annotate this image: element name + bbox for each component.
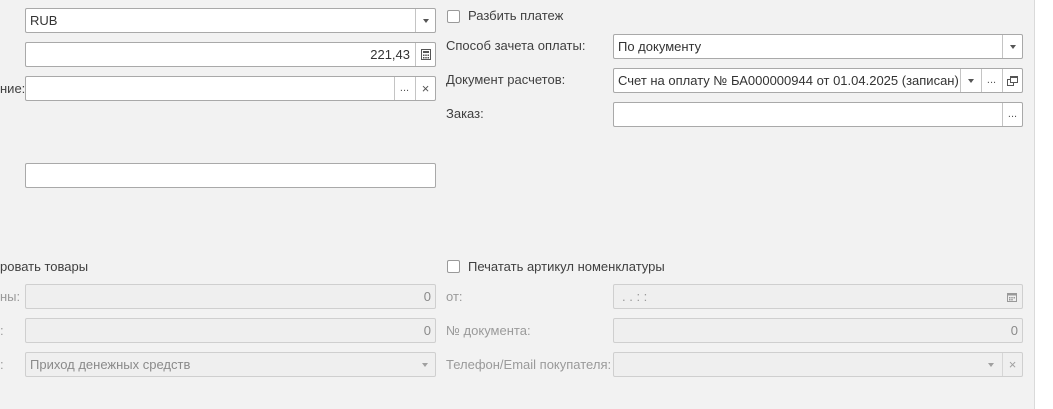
vertical-scrollbar[interactable] (1034, 0, 1053, 409)
split-payment-label: Разбить платеж (468, 8, 564, 23)
buyer-contact-label: Телефон/Email покупателя: (446, 357, 612, 372)
operation-type-select: Приход денежных средств (25, 352, 436, 377)
settlement-doc-open-button[interactable] (1002, 69, 1022, 92)
print-sku-label: Печатать артикул номенклатуры (468, 259, 665, 274)
from-date-field: . . : : (613, 284, 1023, 309)
currency-value: RUB (30, 13, 58, 28)
calculator-icon (420, 49, 431, 60)
settlement-doc-label: Документ расчетов: (446, 72, 566, 87)
order-select-button[interactable]: ... (1002, 103, 1022, 126)
close-icon: × (1008, 357, 1017, 372)
currency-dropdown-button[interactable] (415, 9, 435, 32)
disabled-row2-field: 0 (25, 318, 436, 343)
chevron-down-icon (967, 78, 974, 83)
chevron-down-icon (422, 362, 428, 367)
print-sku-checkbox[interactable] (447, 260, 460, 273)
doc-number-field: 0 (613, 318, 1023, 343)
disabled-row1-label: ны: (0, 289, 21, 304)
offset-method-select[interactable]: По документу (613, 34, 1023, 59)
split-payment-checkbox[interactable] (447, 10, 460, 23)
settlement-doc-dropdown-button[interactable] (960, 69, 980, 92)
buyer-contact-dropdown-button (981, 353, 1001, 376)
currency-select[interactable]: RUB (25, 8, 436, 33)
chevron-down-icon (422, 18, 429, 23)
close-icon: × (421, 81, 430, 96)
settlement-doc-value: Счет на оплату № БА000000944 от 01.04.20… (618, 73, 958, 88)
comment-field[interactable] (25, 163, 436, 188)
purpose-field[interactable]: ... × (25, 76, 436, 101)
calendar-icon (1007, 292, 1017, 302)
disabled-row1-value: 0 (423, 289, 431, 304)
disabled-row1-field: 0 (25, 284, 436, 309)
goods-checkbox-label[interactable]: ровать товары (0, 259, 88, 275)
disabled-row3-label: : (0, 357, 4, 372)
purpose-label: ние: (0, 81, 26, 96)
open-window-icon (1007, 75, 1018, 86)
purpose-select-button[interactable]: ... (394, 77, 414, 100)
offset-method-value: По документу (618, 39, 702, 54)
operation-type-value: Приход денежных средств (30, 357, 191, 372)
offset-method-label: Способ зачета оплаты: (446, 38, 586, 53)
buyer-contact-field: × (613, 352, 1023, 377)
chevron-down-icon (988, 362, 994, 367)
buyer-contact-clear-button: × (1002, 353, 1022, 376)
offset-method-dropdown-button[interactable] (1002, 35, 1022, 58)
from-label: от: (446, 289, 463, 304)
calendar-button (1002, 285, 1022, 308)
operation-type-dropdown-button (415, 353, 435, 376)
amount-field[interactable]: 221,43 (25, 42, 436, 67)
from-date-value: . . : : (622, 289, 648, 304)
calculator-button[interactable] (415, 43, 435, 66)
doc-number-value: 0 (1010, 323, 1018, 338)
chevron-down-icon (1009, 44, 1016, 49)
disabled-row2-value: 0 (423, 323, 431, 338)
settlement-doc-field[interactable]: Счет на оплату № БА000000944 от 01.04.20… (613, 68, 1023, 93)
order-label: Заказ: (446, 106, 484, 121)
purpose-clear-button[interactable]: × (415, 77, 435, 100)
amount-value: 221,43 (370, 47, 410, 62)
disabled-row2-label: : (0, 323, 4, 338)
order-field[interactable]: ... (613, 102, 1023, 127)
settlement-doc-select-button[interactable]: ... (981, 69, 1001, 92)
doc-number-label: № документа: (446, 323, 531, 338)
